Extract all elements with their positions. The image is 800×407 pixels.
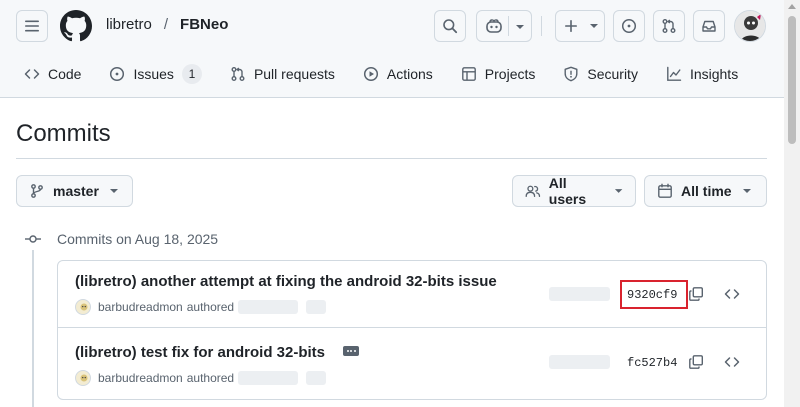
split-divider: [508, 16, 509, 36]
authored-label: authored: [186, 300, 235, 314]
time-filter-button[interactable]: All time: [644, 175, 767, 207]
ellipsis-expand-button[interactable]: [343, 346, 359, 356]
browse-repo-at-commit-button[interactable]: [721, 351, 743, 373]
page-title: Commits: [16, 120, 111, 147]
title-divider: [16, 158, 767, 159]
author-name-link[interactable]: barbudreadmon: [98, 300, 183, 314]
copilot-button[interactable]: [476, 10, 532, 42]
copy-sha-button[interactable]: [685, 351, 707, 373]
checks-placeholder: [549, 355, 610, 369]
tab-pull-requests-label: Pull requests: [253, 66, 335, 82]
issues-counter-badge: 1: [181, 64, 202, 84]
issues-shortcut-button[interactable]: [613, 10, 645, 42]
tab-projects-label: Projects: [484, 66, 536, 82]
code-icon: [24, 69, 40, 79]
people-icon: [525, 185, 541, 198]
play-icon: [363, 66, 378, 82]
commit-row: (libretro) another attempt at fixing the…: [58, 261, 766, 327]
issue-icon: [110, 66, 125, 82]
checks-placeholder: [549, 287, 610, 301]
repo-nav: Code Issues 1 Pull requests Actions Proj…: [16, 58, 758, 90]
issue-opened-icon: [621, 18, 637, 34]
status-placeholder: [306, 300, 327, 314]
author-name-link[interactable]: barbudreadmon: [98, 371, 183, 385]
branch-select-button[interactable]: master: [16, 175, 133, 207]
pull-requests-shortcut-button[interactable]: [653, 10, 685, 42]
git-branch-icon: [31, 184, 43, 198]
commit-list: (libretro) another attempt at fixing the…: [57, 260, 767, 400]
code-icon: [724, 289, 740, 299]
commit-sha-link[interactable]: fc527b4: [627, 356, 677, 370]
commit-row: (libretro) test fix for android 32-bits …: [58, 327, 766, 393]
git-pull-request-icon: [662, 19, 676, 33]
users-filter-label: All users: [548, 175, 587, 207]
tab-issues[interactable]: Issues 1: [101, 58, 209, 90]
breadcrumb-repo-link[interactable]: FBNeo: [180, 16, 228, 33]
status-placeholder: [306, 371, 327, 385]
author-avatar[interactable]: [75, 299, 91, 315]
tab-issues-label: Issues: [133, 66, 174, 82]
header-divider: [541, 16, 542, 36]
plus-icon: [565, 20, 577, 32]
repo-header: libretro / FBNeo Code Issues 1 Pull requ…: [0, 0, 784, 98]
commit-group-heading: Commits on Aug 18, 2025: [57, 231, 219, 247]
commit-title-link[interactable]: (libretro) another attempt at fixing the…: [75, 273, 497, 290]
create-new-button[interactable]: [555, 10, 605, 42]
git-commit-icon: [25, 235, 41, 243]
user-avatar[interactable]: [734, 10, 766, 42]
github-logo-icon[interactable]: [60, 10, 92, 42]
inbox-icon: [702, 20, 716, 32]
author-avatar[interactable]: [75, 370, 91, 386]
tab-security[interactable]: Security: [555, 58, 646, 90]
page-scrollbar[interactable]: [784, 0, 800, 407]
copy-icon: [689, 355, 704, 369]
tab-projects[interactable]: Projects: [453, 58, 544, 90]
commit-title-link[interactable]: (libretro) test fix for android 32-bits: [75, 344, 325, 361]
table-icon: [461, 67, 476, 81]
commit-sha-link[interactable]: 9320cf9: [627, 288, 677, 302]
timeline-line: [32, 250, 34, 407]
chevron-down-icon[interactable]: [515, 24, 525, 30]
three-bars-icon: [25, 20, 39, 32]
chevron-down-icon: [614, 189, 623, 193]
hamburger-menu-button[interactable]: [16, 10, 48, 42]
tab-insights[interactable]: Insights: [658, 58, 746, 90]
chevron-down-icon: [590, 24, 598, 28]
scroll-up-arrow-icon[interactable]: [788, 4, 796, 9]
search-icon: [443, 19, 458, 34]
breadcrumb-separator: /: [163, 16, 169, 33]
timestamp-placeholder: [238, 371, 299, 385]
branch-name: master: [53, 183, 99, 199]
users-filter-button[interactable]: All users: [512, 175, 636, 207]
timestamp-placeholder: [238, 300, 299, 314]
chevron-down-icon: [742, 189, 751, 193]
breadcrumb-owner-link[interactable]: libretro: [106, 16, 152, 33]
time-filter-label: All time: [681, 183, 732, 199]
browse-repo-at-commit-button[interactable]: [721, 283, 743, 305]
breadcrumb: libretro / FBNeo: [106, 16, 228, 33]
copy-sha-button[interactable]: [685, 283, 707, 305]
tab-pull-requests[interactable]: Pull requests: [222, 58, 343, 90]
tab-security-label: Security: [587, 66, 638, 82]
graph-icon: [667, 66, 682, 81]
tab-actions-label: Actions: [386, 66, 433, 82]
copy-icon: [689, 287, 704, 301]
chevron-down-icon: [109, 189, 118, 193]
commit-meta: barbudreadmon authored: [75, 299, 327, 315]
authored-label: authored: [186, 371, 235, 385]
scrollbar-thumb[interactable]: [788, 16, 796, 144]
inbox-button[interactable]: [693, 10, 725, 42]
code-icon: [724, 357, 740, 367]
git-pull-request-icon: [231, 67, 245, 81]
calendar-icon: [658, 183, 672, 198]
tab-code[interactable]: Code: [16, 58, 89, 90]
search-button[interactable]: [434, 10, 466, 42]
commit-meta: barbudreadmon authored: [75, 370, 327, 386]
tab-code-label: Code: [48, 66, 82, 82]
tab-insights-label: Insights: [689, 66, 739, 82]
copilot-icon: [486, 19, 502, 33]
shield-icon: [564, 66, 578, 82]
tab-actions[interactable]: Actions: [355, 58, 441, 90]
